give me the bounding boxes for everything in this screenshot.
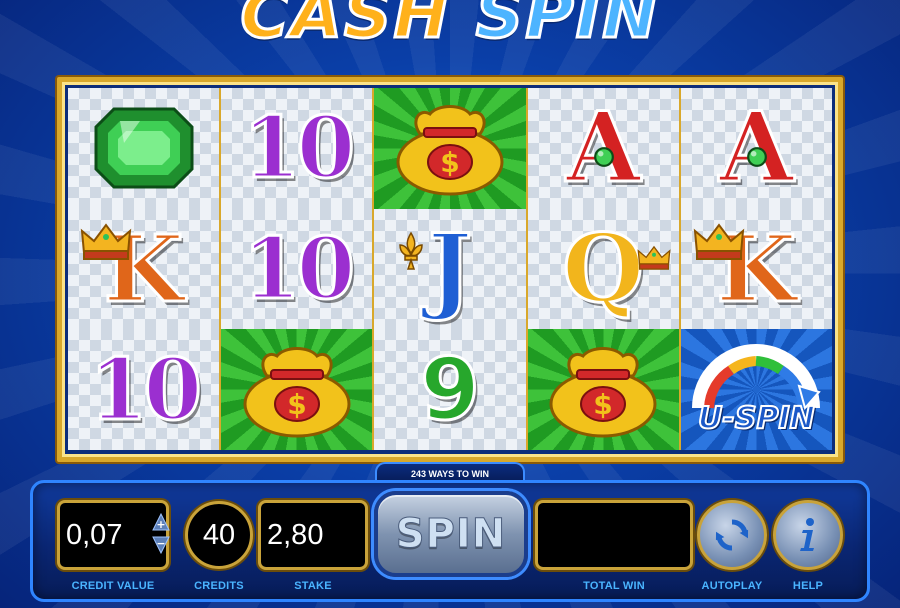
reel-symbol-cell: K: [68, 208, 220, 330]
stake-text: 2,80: [267, 518, 324, 551]
small-gem-icon: [593, 147, 614, 167]
reel-symbol-cell: A: [527, 88, 679, 209]
stake-display: 2,80: [258, 500, 368, 570]
card-symbol-q: Q: [561, 213, 646, 324]
credit-value-increase-button[interactable]: +: [150, 510, 172, 533]
svg-text:$: $: [593, 388, 612, 421]
reel-5: AK U-SPIN: [680, 88, 832, 450]
reel-symbol-cell: $: [527, 329, 679, 450]
reel-4: AQ $: [527, 88, 679, 450]
info-icon: [800, 518, 814, 551]
money-bag-icon: $: [396, 105, 504, 196]
small-gem-icon: [746, 147, 767, 167]
spin-button-label: SPIN: [395, 511, 507, 558]
credits-display: 40: [185, 501, 253, 569]
card-symbol-j: J: [426, 213, 474, 324]
reel-symbol-cell: A: [680, 88, 832, 209]
money-bag-icon: $: [243, 346, 351, 438]
reel-symbol-cell: J: [374, 208, 526, 330]
credit-value-text: 0,07: [66, 518, 123, 551]
reel-symbol-cell: U-SPIN: [680, 329, 832, 450]
reel-symbol-cell: 10: [221, 208, 373, 330]
card-symbol-10: 10: [88, 339, 204, 439]
credit-value-stepper[interactable]: + −: [150, 510, 172, 558]
plus-icon: +: [156, 518, 165, 531]
help-button[interactable]: [773, 500, 843, 570]
triangle-up-icon: +: [152, 512, 170, 531]
help-label: HELP: [792, 580, 824, 592]
refresh-arrows-icon: [715, 519, 749, 551]
reel-symbol-cell: $: [374, 88, 526, 209]
u-spin-label: U-SPIN: [697, 400, 816, 437]
logo-word-spin: SPIN: [474, 0, 660, 55]
total-win-display: [535, 500, 693, 570]
crown-icon: [80, 222, 132, 260]
spin-button[interactable]: SPIN: [374, 491, 528, 577]
reel-symbol-cell: [68, 88, 220, 209]
svg-text:$: $: [440, 146, 459, 179]
fleur-de-lis-icon: [399, 231, 424, 270]
credits-text: 40: [202, 518, 236, 551]
triangle-down-icon: −: [152, 536, 170, 555]
card-symbol-10: 10: [241, 218, 357, 318]
reel-symbol-cell: 10: [221, 88, 373, 209]
total-win-label: TOTAL WIN: [583, 580, 645, 592]
reel-grid: K101010$$J9AQ$AKU-SPIN: [68, 88, 832, 450]
autoplay-label: AUTOPLAY: [701, 580, 763, 592]
svg-text:$: $: [287, 388, 306, 421]
reel-3: $ J 9: [374, 88, 526, 450]
u-spin-symbol: U-SPIN: [681, 330, 831, 450]
reel-symbol-cell: Q: [527, 208, 679, 330]
reel-symbol-cell: $: [221, 329, 373, 450]
card-symbol-10: 10: [241, 98, 357, 198]
credits-label: CREDITS: [194, 580, 244, 592]
game-logo: CASH SPIN: [190, 0, 710, 55]
autoplay-button[interactable]: [697, 500, 767, 570]
minus-icon: −: [156, 537, 165, 550]
reel-symbol-cell: K: [680, 208, 832, 330]
reel-1: K 10: [68, 88, 220, 450]
card-symbol-9: 9: [419, 339, 482, 440]
crown-icon: [693, 222, 745, 260]
reel-symbol-cell: 10: [68, 329, 220, 450]
money-bag-icon: $: [549, 346, 657, 438]
stake-label: STAKE: [294, 580, 332, 592]
reel-symbol-cell: 9: [374, 329, 526, 450]
emerald-gem-icon: [94, 107, 194, 189]
logo-word-cash: CASH: [239, 0, 451, 55]
credit-value-label: CREDIT VALUE: [71, 580, 155, 592]
crown-icon: [637, 245, 671, 270]
credit-value-decrease-button[interactable]: −: [150, 534, 172, 557]
reel-2: 10 10 $: [221, 88, 373, 450]
